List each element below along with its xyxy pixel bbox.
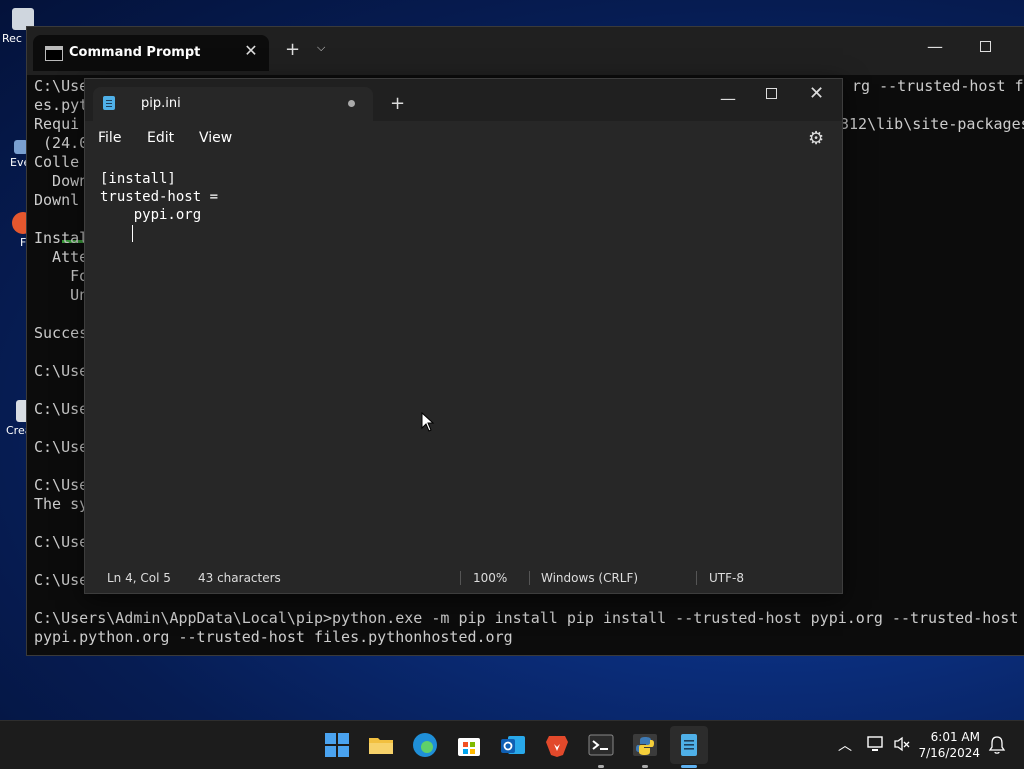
notepad-taskbar-button[interactable] [670,726,708,764]
cmd-tab-title: Command Prompt [69,45,201,60]
close-tab-icon[interactable]: ✕ [241,41,261,60]
mouse-pointer-icon [421,412,435,432]
cmd-line-fragment: rg --trusted-host fil [852,77,1024,95]
text-caret [132,225,133,242]
cmd-line: Downl [34,191,80,209]
cmd-line: Succes [34,324,89,342]
start-button[interactable] [324,732,350,758]
unsaved-indicator-icon[interactable] [348,100,355,107]
cmd-line: C:\Use [34,362,89,380]
status-divider [460,571,461,585]
close-button[interactable]: ✕ [809,83,824,104]
minimize-button[interactable]: — [927,37,943,56]
menu-file[interactable]: File [98,130,121,146]
cmd-line: The sy [34,495,89,513]
new-tab-button[interactable]: + [285,39,300,60]
cmd-line: C:\Use [34,476,89,494]
folder-icon [369,738,393,754]
python-icon [633,734,657,756]
zoom-level[interactable]: 100% [473,571,507,585]
desktop-icon-label: Rec [2,32,22,45]
store-button[interactable] [456,732,482,758]
python-button[interactable] [632,732,658,758]
notepad-editor[interactable]: [install] trusted-host = pypi.org [85,157,842,563]
notepad-icon [681,734,697,756]
notepad-menubar: File Edit View ⚙ [85,121,842,157]
notepad-titlebar[interactable]: pip.ini + — ✕ [85,79,842,121]
cmd-line: Colle [34,153,80,171]
settings-gear-icon[interactable]: ⚙ [808,128,824,149]
cmd-line-fragment: 312\lib\site-packages [840,115,1024,133]
volume-muted-icon[interactable] [893,735,911,753]
maximize-button[interactable] [980,41,991,52]
notepad-window[interactable]: pip.ini + — ✕ File Edit View ⚙ [install]… [84,78,843,594]
desktop-icon-f[interactable]: F [2,212,34,249]
cmd-line: (24.0 [34,134,89,152]
edge-icon [413,733,437,757]
status-divider [696,571,697,585]
cmd-line: C:\Use [34,438,89,456]
cmd-line: Down [34,172,89,190]
notification-bell-icon[interactable] [988,735,1006,755]
notepad-icon [103,96,115,110]
cmd-icon [45,46,63,61]
terminal-button[interactable] [588,732,614,758]
cmd-line: Instal [34,229,89,247]
file-explorer-button[interactable] [368,732,394,758]
cmd-line: Atte [34,248,89,266]
encoding[interactable]: UTF-8 [709,571,744,585]
outlook-icon [501,736,525,754]
cmd-line: C:\Use [34,571,89,589]
taskbar: ︿ 6:01 AM 7/16/2024 [0,720,1024,769]
cmd-line: C:\Users\Admin\AppData\Local\pip>python.… [34,609,1019,627]
brave-button[interactable] [544,732,570,758]
menu-view[interactable]: View [199,130,232,146]
cmd-line: es.pyt [34,96,89,114]
cmd-titlebar[interactable]: Command Prompt ✕ + ⌵ — [27,27,1024,75]
cmd-line: C:\Use [34,533,89,551]
chevron-down-icon[interactable]: ⌵ [317,41,325,55]
clock-date: 7/16/2024 [918,746,980,760]
line-ending[interactable]: Windows (CRLF) [541,571,638,585]
cmd-line: Requi [34,115,80,133]
notepad-statusbar: Ln 4, Col 5 43 characters 100% Windows (… [85,563,842,593]
outlook-button[interactable] [500,732,526,758]
minimize-button[interactable]: — [720,89,736,108]
system-clock[interactable]: 6:01 AM 7/16/2024 [918,729,980,761]
clock-time: 6:01 AM [930,730,980,744]
cmd-line: Fo [34,267,89,285]
terminal-icon [588,734,614,756]
menu-edit[interactable]: Edit [147,130,174,146]
desktop-icon-label: Crea [6,424,32,437]
cmd-line: pypi.python.org --trusted-host files.pyt… [34,628,513,646]
edge-button[interactable] [412,732,438,758]
notepad-tab[interactable]: pip.ini [93,87,373,121]
editor-text[interactable]: [install] trusted-host = pypi.org [100,170,218,224]
desktop-icon-create[interactable]: Crea [2,400,32,437]
windows-logo-icon [325,733,349,757]
character-count: 43 characters [198,571,281,585]
cursor-position[interactable]: Ln 4, Col 5 [107,571,171,585]
cmd-line: Un [34,286,89,304]
new-tab-button[interactable]: + [390,93,405,114]
maximize-button[interactable] [766,88,777,99]
store-icon [458,738,480,756]
cmd-line: C:\Use [34,400,89,418]
chevron-up-icon[interactable]: ︿ [838,735,852,755]
cmd-line: C:\Use [34,77,89,95]
desktop-icon-eve[interactable]: Eve [2,140,30,169]
cmd-tab[interactable]: Command Prompt ✕ [33,35,269,71]
network-icon[interactable] [867,735,885,753]
status-divider [529,571,530,585]
brave-lion-icon [546,736,568,757]
desktop-icon-recycle-bin[interactable]: Rec [2,8,34,45]
notepad-tab-title: pip.ini [141,96,181,111]
